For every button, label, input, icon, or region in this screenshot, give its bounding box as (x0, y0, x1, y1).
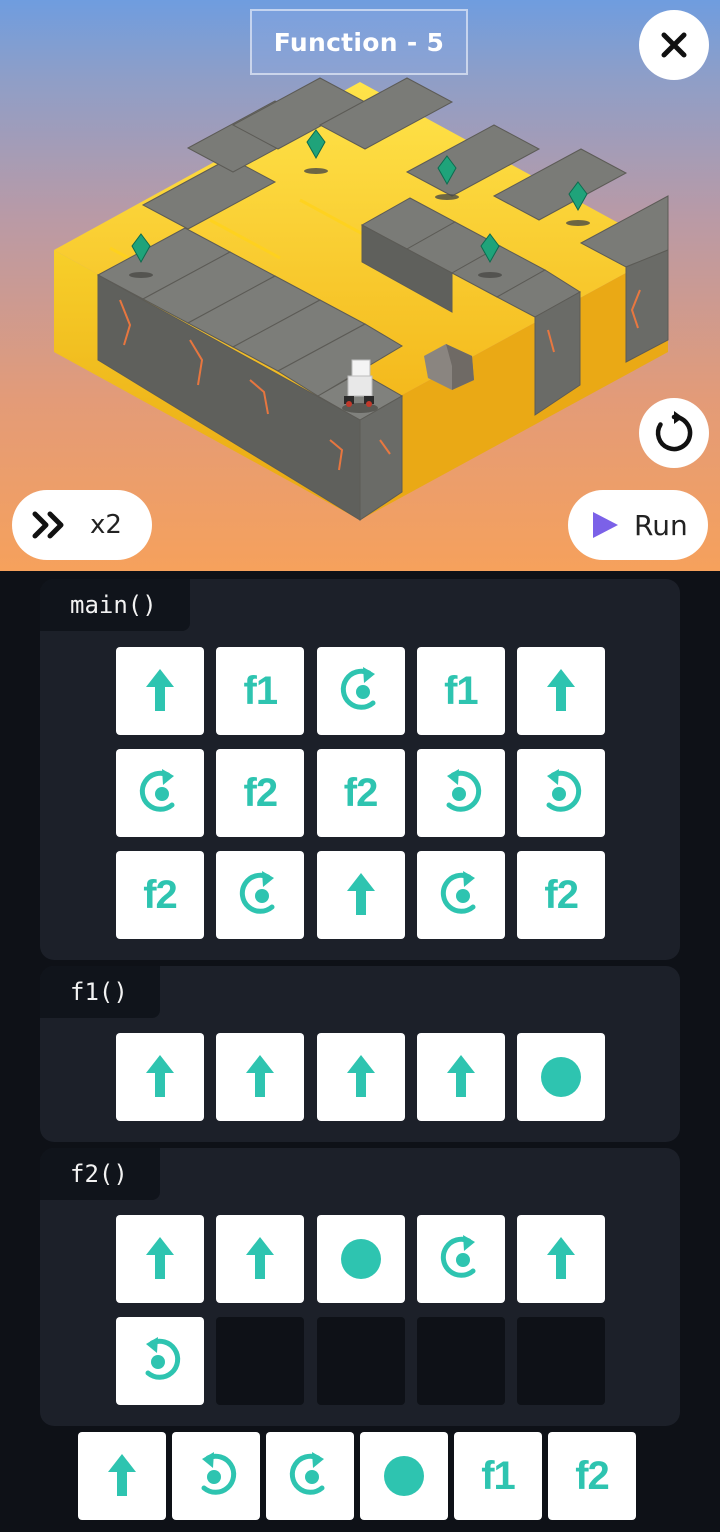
function-call-label: f1 (444, 668, 479, 713)
command-slot-turn-left[interactable] (116, 1317, 204, 1405)
function-call-label: f2 (143, 872, 178, 917)
forward-arrow-icon (246, 1055, 275, 1097)
f1-function-panel: f1() (40, 966, 680, 1142)
function-call-label: f2 (343, 770, 379, 815)
command-slot-light[interactable] (316, 1215, 405, 1303)
main-function-panel: main() f1 f1 f2 f2 f2 f2 (40, 579, 680, 960)
function-call-label: f2 (575, 1453, 610, 1498)
command-slot-f1[interactable]: f1 (454, 1432, 542, 1520)
command-slot-f1[interactable]: f1 (416, 647, 505, 735)
forward-arrow-icon (547, 669, 576, 711)
command-slot-forward[interactable] (517, 647, 606, 735)
turn-right-icon (139, 769, 175, 812)
run-button[interactable]: Run (568, 490, 708, 560)
restart-button[interactable] (639, 398, 709, 468)
command-slot-turn-right[interactable] (266, 1432, 354, 1520)
light-icon (541, 1057, 582, 1097)
command-slot-f2[interactable]: f2 (216, 749, 305, 837)
command-slot-turn-right[interactable] (216, 851, 305, 939)
game-view: Function - 5 x2 Run (0, 0, 720, 571)
command-slot-turn-right[interactable] (316, 647, 405, 735)
f2-function-tab: f2() (40, 1148, 160, 1200)
command-slot-forward[interactable] (116, 1033, 204, 1121)
fast-forward-icon (32, 511, 64, 539)
play-icon (593, 512, 618, 538)
turn-left-icon (201, 1452, 237, 1495)
level-title: Function - 5 (250, 9, 468, 75)
turn-right-icon (340, 667, 376, 710)
light-icon (340, 1239, 381, 1279)
command-slot-light[interactable] (517, 1033, 606, 1121)
command-slot-turn-right[interactable] (416, 851, 505, 939)
command-slot-turn-left[interactable] (416, 749, 505, 837)
command-slot-f2[interactable]: f2 (548, 1432, 636, 1520)
command-slot-turn-right[interactable] (116, 749, 204, 837)
run-label: Run (634, 508, 688, 542)
forward-arrow-icon (146, 1055, 174, 1097)
light-icon (384, 1456, 424, 1496)
turn-right-icon (440, 871, 476, 914)
speed-button[interactable]: x2 (12, 490, 152, 560)
forward-arrow-icon (108, 1454, 136, 1496)
forward-arrow-icon (346, 1055, 375, 1097)
function-call-label: f2 (243, 770, 279, 815)
close-button[interactable] (639, 10, 709, 80)
close-icon (661, 32, 687, 58)
speed-label: x2 (90, 510, 122, 540)
empty-slot[interactable] (316, 1317, 405, 1405)
turn-left-icon (546, 769, 582, 812)
main-function-tab: main() (40, 579, 190, 631)
command-slot-f1[interactable]: f1 (216, 647, 305, 735)
forward-arrow-icon (146, 669, 174, 711)
command-slot-f2[interactable]: f2 (517, 851, 606, 939)
command-slot-forward[interactable] (216, 1215, 305, 1303)
command-slot-f2[interactable]: f2 (316, 749, 405, 837)
command-slot-forward[interactable] (116, 1215, 204, 1303)
forward-arrow-icon (446, 1055, 475, 1097)
command-slot-forward[interactable] (517, 1215, 606, 1303)
forward-arrow-icon (246, 1237, 275, 1279)
command-slot-forward[interactable] (416, 1033, 505, 1121)
turn-left-icon (446, 769, 482, 812)
command-slot-turn-right[interactable] (416, 1215, 505, 1303)
empty-slot[interactable] (517, 1317, 606, 1405)
function-call-label: f2 (544, 872, 579, 917)
turn-right-icon (289, 1452, 325, 1495)
command-slot-f2[interactable]: f2 (116, 851, 204, 939)
command-slot-turn-left[interactable] (517, 749, 606, 837)
f2-function-panel: f2() (40, 1148, 680, 1426)
function-call-label: f1 (481, 1453, 516, 1498)
command-slot-forward[interactable] (116, 647, 204, 735)
command-slot-forward[interactable] (316, 851, 405, 939)
command-slot-forward[interactable] (316, 1033, 405, 1121)
function-call-label: f1 (243, 668, 279, 713)
empty-slot[interactable] (416, 1317, 505, 1405)
command-slot-forward[interactable] (216, 1033, 305, 1121)
turn-left-icon (145, 1337, 181, 1380)
restart-icon (655, 411, 693, 452)
forward-arrow-icon (547, 1237, 576, 1279)
command-slot-light[interactable] (360, 1432, 448, 1520)
command-slot-turn-left[interactable] (172, 1432, 260, 1520)
empty-slot[interactable] (216, 1317, 305, 1405)
turn-right-icon (440, 1235, 476, 1278)
forward-arrow-icon (146, 1237, 174, 1279)
level-scene (54, 77, 669, 521)
f1-function-tab: f1() (40, 966, 160, 1018)
forward-arrow-icon (346, 873, 375, 915)
command-slot-forward[interactable] (78, 1432, 166, 1520)
turn-right-icon (240, 871, 275, 914)
